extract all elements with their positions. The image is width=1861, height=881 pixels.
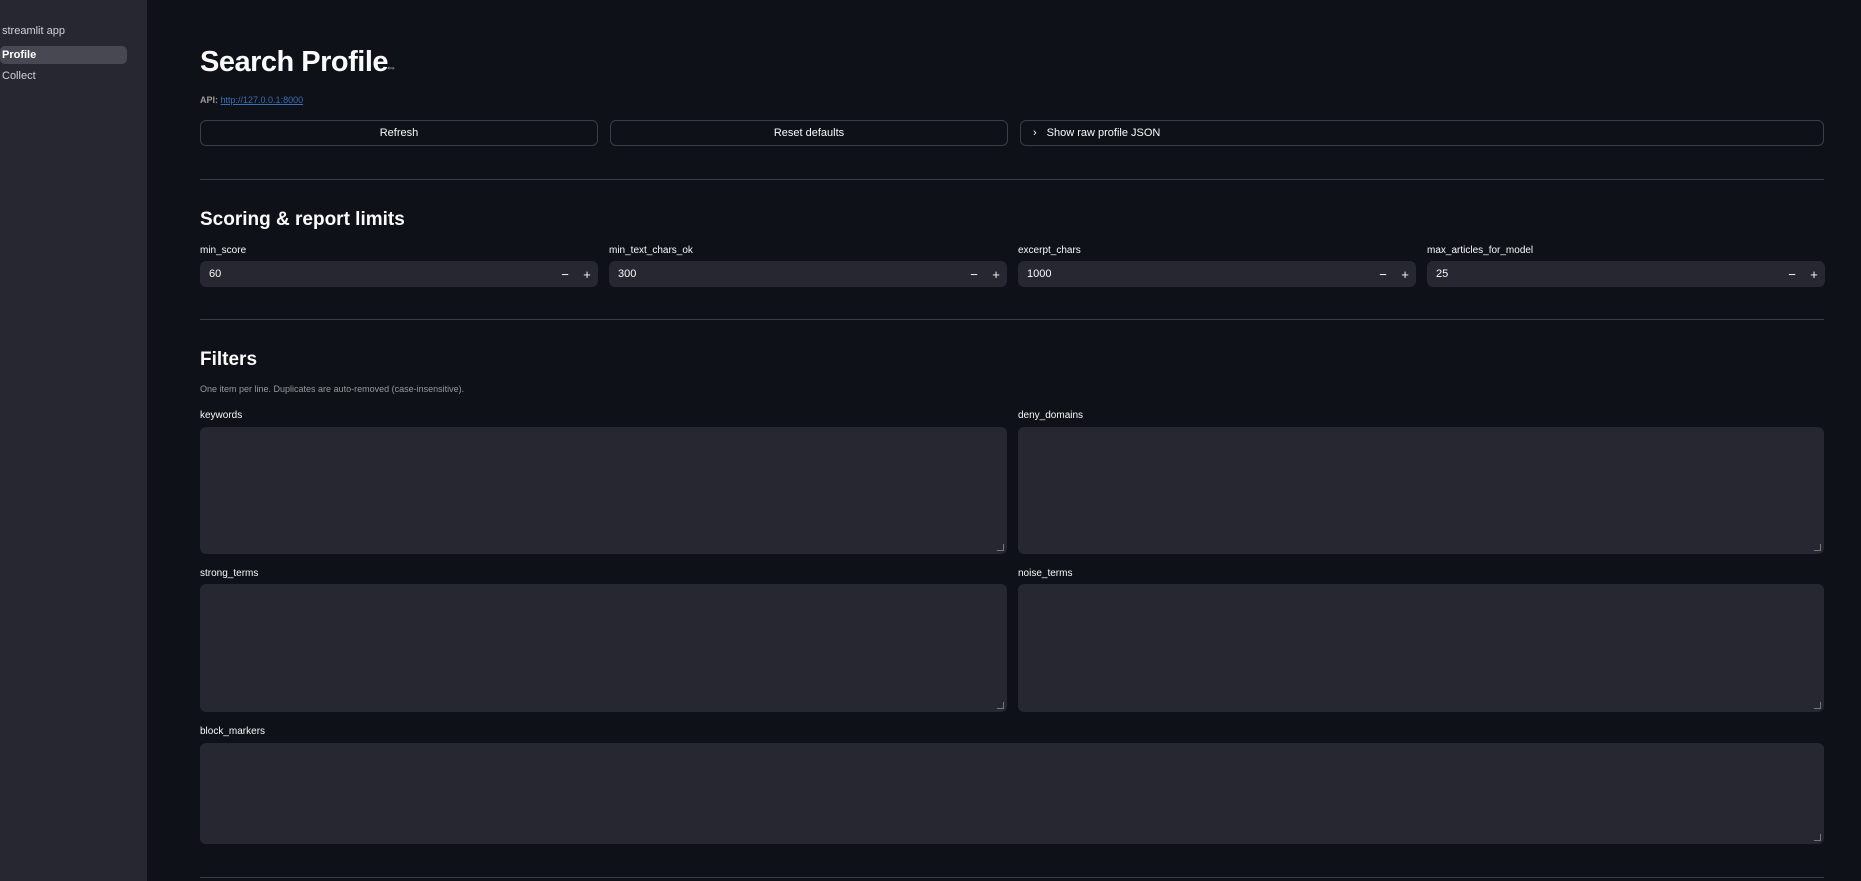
- max-articles-input[interactable]: 25 − +: [1427, 261, 1825, 287]
- show-raw-json-expander[interactable]: › Show raw profile JSON: [1020, 120, 1824, 146]
- reset-defaults-button[interactable]: Reset defaults: [610, 120, 1008, 146]
- increment-button[interactable]: +: [985, 267, 1007, 282]
- min-score-value[interactable]: 60: [209, 268, 554, 280]
- deny-domains-textarea[interactable]: [1018, 427, 1824, 554]
- scoring-heading: Scoring & report limits: [200, 209, 405, 230]
- excerpt-chars-input[interactable]: 1000 − +: [1018, 261, 1416, 287]
- min-score-input[interactable]: 60 − +: [200, 261, 598, 287]
- sidebar-app-title[interactable]: streamlit app: [0, 22, 67, 40]
- excerpt-chars-value[interactable]: 1000: [1027, 268, 1372, 280]
- divider: [200, 319, 1824, 320]
- anchor-link-icon[interactable]: ⇔: [385, 60, 397, 74]
- main-content: Search Profile ⇔ API: http://127.0.0.1:8…: [147, 0, 1861, 881]
- min-text-chars-ok-value[interactable]: 300: [618, 268, 963, 280]
- min-text-chars-ok-label: min_text_chars_ok: [609, 245, 693, 256]
- decrement-button[interactable]: −: [554, 267, 576, 282]
- increment-button[interactable]: +: [576, 267, 598, 282]
- decrement-button[interactable]: −: [963, 267, 985, 282]
- divider: [200, 877, 1824, 878]
- max-articles-label: max_articles_for_model: [1427, 245, 1534, 256]
- strong-terms-textarea[interactable]: [200, 584, 1007, 712]
- strong-terms-label: strong_terms: [200, 568, 259, 579]
- excerpt-chars-label: excerpt_chars: [1018, 245, 1081, 256]
- sidebar-item-profile[interactable]: Profile: [0, 46, 127, 64]
- api-line: API: http://127.0.0.1:8000: [200, 95, 303, 105]
- filters-heading: Filters: [200, 349, 258, 370]
- filters-caption: One item per line. Duplicates are auto-r…: [200, 384, 465, 394]
- noise-terms-label: noise_terms: [1018, 568, 1073, 579]
- keywords-label: keywords: [200, 410, 243, 421]
- expander-label: Show raw profile JSON: [1046, 127, 1161, 139]
- min-text-chars-ok-input[interactable]: 300 − +: [609, 261, 1007, 287]
- min-score-label: min_score: [200, 245, 247, 256]
- sidebar: streamlit app Profile Collect: [0, 0, 147, 881]
- chevron-right-icon: ›: [1033, 127, 1037, 139]
- refresh-button[interactable]: Refresh: [200, 120, 598, 146]
- api-label: API:: [200, 95, 218, 105]
- decrement-button[interactable]: −: [1781, 267, 1803, 282]
- max-articles-value[interactable]: 25: [1436, 268, 1781, 280]
- increment-button[interactable]: +: [1394, 267, 1416, 282]
- page-title: Search Profile: [200, 46, 389, 78]
- noise-terms-textarea[interactable]: [1018, 584, 1824, 712]
- block-markers-label: block_markers: [200, 726, 266, 737]
- increment-button[interactable]: +: [1803, 267, 1825, 282]
- keywords-textarea[interactable]: [200, 427, 1007, 554]
- api-link[interactable]: http://127.0.0.1:8000: [221, 95, 304, 105]
- decrement-button[interactable]: −: [1372, 267, 1394, 282]
- deny-domains-label: deny_domains: [1018, 410, 1084, 421]
- divider: [200, 179, 1824, 180]
- block-markers-textarea[interactable]: [200, 743, 1824, 844]
- sidebar-item-collect[interactable]: Collect: [0, 67, 38, 85]
